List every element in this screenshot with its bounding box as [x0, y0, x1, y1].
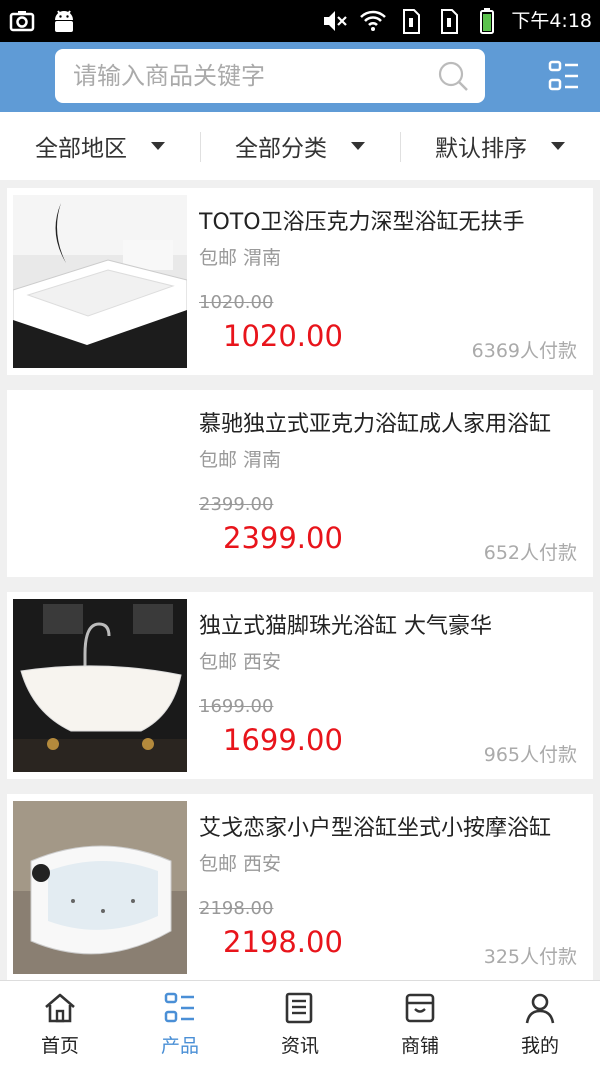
nav-label: 首页 [40, 1035, 79, 1057]
search-icon[interactable] [437, 60, 469, 92]
product-title: 艾戈恋家小户型浴缸坐式小按摩浴缸 [199, 816, 552, 841]
nav-products[interactable]: 产品 [120, 981, 240, 1067]
product-shipping: 包邮 西安 [199, 651, 282, 673]
status-bar: 下午4:18 [0, 0, 600, 42]
product-shipping: 包邮 渭南 [199, 247, 282, 269]
product-image [13, 801, 187, 974]
home-icon [45, 993, 75, 1023]
product-title: TOTO卫浴压克力深型浴缸无扶手 [199, 210, 525, 235]
mute-icon [324, 11, 348, 31]
product-price: 2198.00 [223, 925, 343, 959]
product-card[interactable]: 艾戈恋家小户型浴缸坐式小按摩浴缸 包邮 西安 2198.00 2198.00 3… [7, 794, 593, 981]
product-shipping: 包邮 西安 [199, 853, 282, 875]
battery-icon [480, 8, 495, 34]
android-icon [55, 10, 73, 32]
nav-shop[interactable]: 商铺 [360, 981, 480, 1067]
product-original-price: 2198.00 [199, 898, 274, 919]
product-sales-count: 965人付款 [483, 744, 577, 766]
shop-icon [405, 993, 435, 1023]
product-title: 慕驰独立式亚克力浴缸成人家用浴缸 [199, 412, 552, 437]
product-card[interactable]: 独立式猫脚珠光浴缸 大气豪华 包邮 西安 1699.00 1699.00 965… [7, 592, 593, 779]
screenshot-icon [9, 11, 35, 32]
product-price: 1020.00 [223, 319, 343, 353]
product-image [13, 397, 187, 570]
product-card[interactable]: 慕驰独立式亚克力浴缸成人家用浴缸 包邮 渭南 2399.00 2399.00 6… [7, 390, 593, 577]
product-original-price: 1699.00 [199, 696, 274, 717]
filter-bar: 全部地区 全部分类 默认排序 [0, 112, 600, 180]
wifi-icon [360, 10, 387, 31]
news-icon [285, 992, 313, 1024]
nav-label: 商铺 [400, 1035, 439, 1057]
caret-down-icon [151, 142, 165, 150]
sim-card-icon [441, 9, 459, 34]
header-bar [0, 42, 600, 112]
nav-label: 资讯 [280, 1035, 319, 1057]
bottom-nav: 首页 产品 资讯 商铺 我的 [0, 980, 600, 1067]
user-icon [525, 993, 555, 1024]
filter-label: 全部分类 [235, 136, 327, 162]
filter-category[interactable]: 全部分类 [200, 112, 400, 180]
product-title: 独立式猫脚珠光浴缸 大气豪华 [199, 614, 492, 639]
product-original-price: 1020.00 [199, 292, 274, 313]
nav-home[interactable]: 首页 [0, 981, 120, 1067]
product-card[interactable]: TOTO卫浴压克力深型浴缸无扶手 包邮 渭南 1020.00 1020.00 6… [7, 188, 593, 375]
nav-label: 我的 [520, 1035, 559, 1057]
product-sales-count: 325人付款 [483, 946, 577, 968]
nav-me[interactable]: 我的 [480, 981, 600, 1067]
nav-label: 产品 [160, 1035, 199, 1057]
product-sales-count: 652人付款 [483, 542, 577, 564]
caret-down-icon [551, 142, 565, 150]
product-image [13, 195, 187, 368]
filter-label: 默认排序 [435, 136, 527, 162]
caret-down-icon [351, 142, 365, 150]
filter-region[interactable]: 全部地区 [0, 112, 200, 180]
filter-sort[interactable]: 默认排序 [400, 112, 600, 180]
product-original-price: 2399.00 [199, 494, 274, 515]
nav-news[interactable]: 资讯 [240, 981, 360, 1067]
product-image [13, 599, 187, 772]
search-box[interactable] [55, 49, 485, 103]
category-menu-icon[interactable] [548, 60, 580, 92]
product-price: 2399.00 [223, 521, 343, 555]
product-price: 1699.00 [223, 723, 343, 757]
filter-label: 全部地区 [35, 136, 127, 162]
clock: 下午4:18 [511, 10, 592, 32]
products-icon [164, 992, 194, 1023]
sim-card-icon [403, 9, 421, 34]
product-sales-count: 6369人付款 [471, 340, 577, 362]
product-shipping: 包邮 渭南 [199, 449, 282, 471]
search-input[interactable] [73, 49, 413, 103]
